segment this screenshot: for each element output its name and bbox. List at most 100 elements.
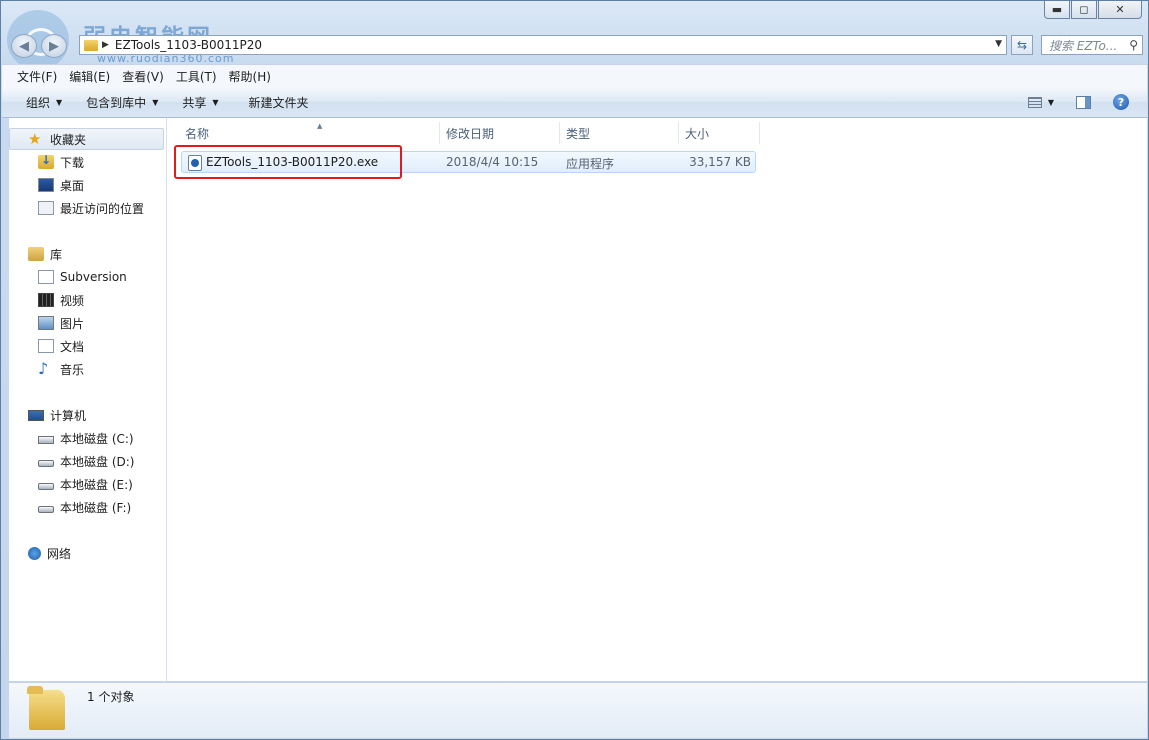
new-folder-button[interactable]: 新建文件夹 — [219, 94, 309, 111]
refresh-button[interactable]: ⇆ — [1011, 35, 1033, 55]
network-icon — [28, 546, 41, 560]
sidebar-network[interactable]: 网络 — [28, 543, 71, 563]
sidebar-item-pictures[interactable]: 图片 — [38, 313, 84, 333]
file-size: 33,157 KB — [689, 155, 751, 169]
drive-icon — [38, 482, 54, 490]
preview-pane-icon[interactable] — [1076, 95, 1091, 109]
maximize-button[interactable]: ◻ — [1071, 1, 1097, 19]
sidebar-item-label: 视频 — [60, 293, 85, 308]
breadcrumb-path[interactable]: EZTools_1103-B0011P20 — [115, 38, 262, 52]
view-controls: ▼ ? — [1027, 87, 1147, 117]
recent-places-icon — [38, 201, 54, 215]
document-icon — [38, 270, 54, 284]
sidebar-item-drive-f[interactable]: 本地磁盘 (F:) — [38, 497, 131, 517]
new-folder-label: 新建文件夹 — [248, 95, 309, 110]
column-header-size[interactable]: 大小 — [679, 122, 760, 144]
menu-bar: 文件(F) 编辑(E) 查看(V) 工具(T) 帮助(H) — [2, 64, 1147, 88]
sidebar-network-label: 网络 — [47, 546, 72, 561]
sidebar-item-drive-d[interactable]: 本地磁盘 (D:) — [38, 451, 134, 471]
item-count: 1 个对象 — [87, 690, 135, 704]
organize-button[interactable]: 组织 ▼ — [2, 94, 62, 111]
search-icon[interactable]: ⚲ — [1129, 38, 1138, 52]
sidebar-item-documents[interactable]: 文档 — [38, 336, 84, 356]
column-header-type[interactable]: 类型 — [560, 122, 679, 144]
sidebar-item-label: 本地磁盘 (C:) — [60, 431, 134, 446]
minimize-button[interactable]: ▬ — [1044, 1, 1070, 19]
address-dropdown-icon[interactable]: ▼ — [995, 39, 1002, 49]
sidebar-computer-label: 计算机 — [50, 408, 87, 423]
navigation-pane: ★ 收藏夹 下载 桌面 最近访问的位置 库 Subversion 视频 — [9, 118, 167, 681]
column-header-label: 名称 — [185, 126, 210, 141]
folder-icon — [84, 39, 98, 51]
sidebar-item-label: 本地磁盘 (F:) — [60, 500, 132, 515]
address-bar[interactable]: ▶ EZTools_1103-B0011P20 ▼ — [79, 35, 1007, 55]
file-type: 应用程序 — [566, 157, 615, 171]
search-input[interactable]: 搜索 EZTo... ⚲ — [1041, 35, 1143, 55]
organize-label: 组织 — [26, 95, 51, 110]
sidebar-item-label: 最近访问的位置 — [60, 201, 145, 216]
sidebar-libraries[interactable]: 库 — [28, 244, 62, 264]
sidebar-item-recent[interactable]: 最近访问的位置 — [38, 198, 144, 218]
star-icon: ★ — [28, 130, 42, 148]
music-note-icon: ♪ — [38, 359, 49, 378]
sidebar-item-label: 音乐 — [60, 362, 85, 377]
sidebar-item-drive-c[interactable]: 本地磁盘 (C:) — [38, 428, 134, 448]
sidebar-item-subversion[interactable]: Subversion — [38, 267, 127, 287]
system-drive-icon — [38, 436, 54, 444]
include-library-label: 包含到库中 — [86, 95, 147, 110]
sidebar-favorites-label: 收藏夹 — [50, 132, 87, 147]
sidebar-computer[interactable]: 计算机 — [28, 405, 86, 425]
file-row[interactable]: EZTools_1103-B0011P20.exe 2018/4/4 10:15… — [181, 151, 756, 173]
forward-button[interactable]: ▶ — [41, 34, 67, 58]
search-placeholder: 搜索 EZTo... — [1049, 38, 1118, 53]
desktop-icon — [38, 178, 54, 192]
caption-buttons: ▬ ◻ ✕ — [1044, 1, 1142, 19]
sidebar-favorites[interactable]: ★ 收藏夹 — [9, 128, 164, 150]
share-label: 共享 — [182, 95, 207, 110]
application-icon — [188, 155, 202, 171]
column-header-label: 大小 — [685, 126, 710, 141]
downloads-folder-icon — [38, 153, 54, 169]
sidebar-item-desktop[interactable]: 桌面 — [38, 175, 84, 195]
close-button[interactable]: ✕ — [1098, 1, 1142, 19]
back-arrow-icon: ◀ — [19, 38, 29, 54]
share-button[interactable]: 共享 ▼ — [158, 94, 218, 111]
sidebar-item-label: 本地磁盘 (D:) — [60, 454, 135, 469]
sidebar-item-label: 文档 — [60, 339, 85, 354]
drive-icon — [38, 505, 54, 513]
column-header-date[interactable]: 修改日期 — [440, 122, 560, 144]
file-list: 名称 ▲ 修改日期 类型 大小 EZTools_1103-B0011P20.ex… — [167, 118, 1147, 681]
sidebar-item-label: 本地磁盘 (E:) — [60, 477, 133, 492]
drive-icon — [38, 459, 54, 467]
library-icon — [28, 247, 44, 261]
file-name: EZTools_1103-B0011P20.exe — [206, 155, 379, 169]
back-button[interactable]: ◀ — [11, 34, 37, 58]
command-bar: 组织 ▼ 包含到库中 ▼ 共享 ▼ 新建文件夹 ▼ ? — [2, 87, 1147, 118]
view-options-icon[interactable] — [1027, 96, 1042, 108]
include-in-library-button[interactable]: 包含到库中 ▼ — [62, 94, 158, 111]
document-icon — [38, 339, 54, 353]
sidebar-item-drive-e[interactable]: 本地磁盘 (E:) — [38, 474, 133, 494]
help-icon[interactable]: ? — [1113, 94, 1129, 110]
refresh-icon: ⇆ — [1016, 38, 1028, 52]
sidebar-item-label: 下载 — [60, 155, 85, 170]
sidebar-item-label: 图片 — [60, 316, 85, 331]
explorer-window: 弱电智能网 www.ruodian360.com ▬ ◻ ✕ ◀ ▶ ▶ EZT… — [0, 0, 1149, 740]
video-icon — [38, 293, 54, 307]
file-modified: 2018/4/4 10:15 — [446, 155, 539, 169]
sidebar-libraries-label: 库 — [50, 247, 63, 262]
column-header-label: 修改日期 — [446, 126, 495, 141]
computer-icon — [28, 409, 44, 421]
sidebar-item-downloads[interactable]: 下载 — [38, 152, 84, 172]
forward-arrow-icon: ▶ — [49, 38, 59, 54]
chevron-down-icon[interactable]: ▼ — [1048, 98, 1054, 107]
picture-icon — [38, 316, 54, 330]
folder-icon — [27, 686, 65, 730]
details-pane: 1 个对象 — [9, 682, 1147, 738]
sidebar-item-videos[interactable]: 视频 — [38, 290, 84, 310]
breadcrumb-separator-icon[interactable]: ▶ — [102, 40, 109, 50]
sidebar-item-music[interactable]: ♪ 音乐 — [38, 359, 84, 379]
column-header-name[interactable]: 名称 ▲ — [179, 122, 440, 144]
sidebar-item-label: Subversion — [60, 270, 127, 284]
menu-help[interactable]: 帮助(H) — [214, 68, 277, 85]
